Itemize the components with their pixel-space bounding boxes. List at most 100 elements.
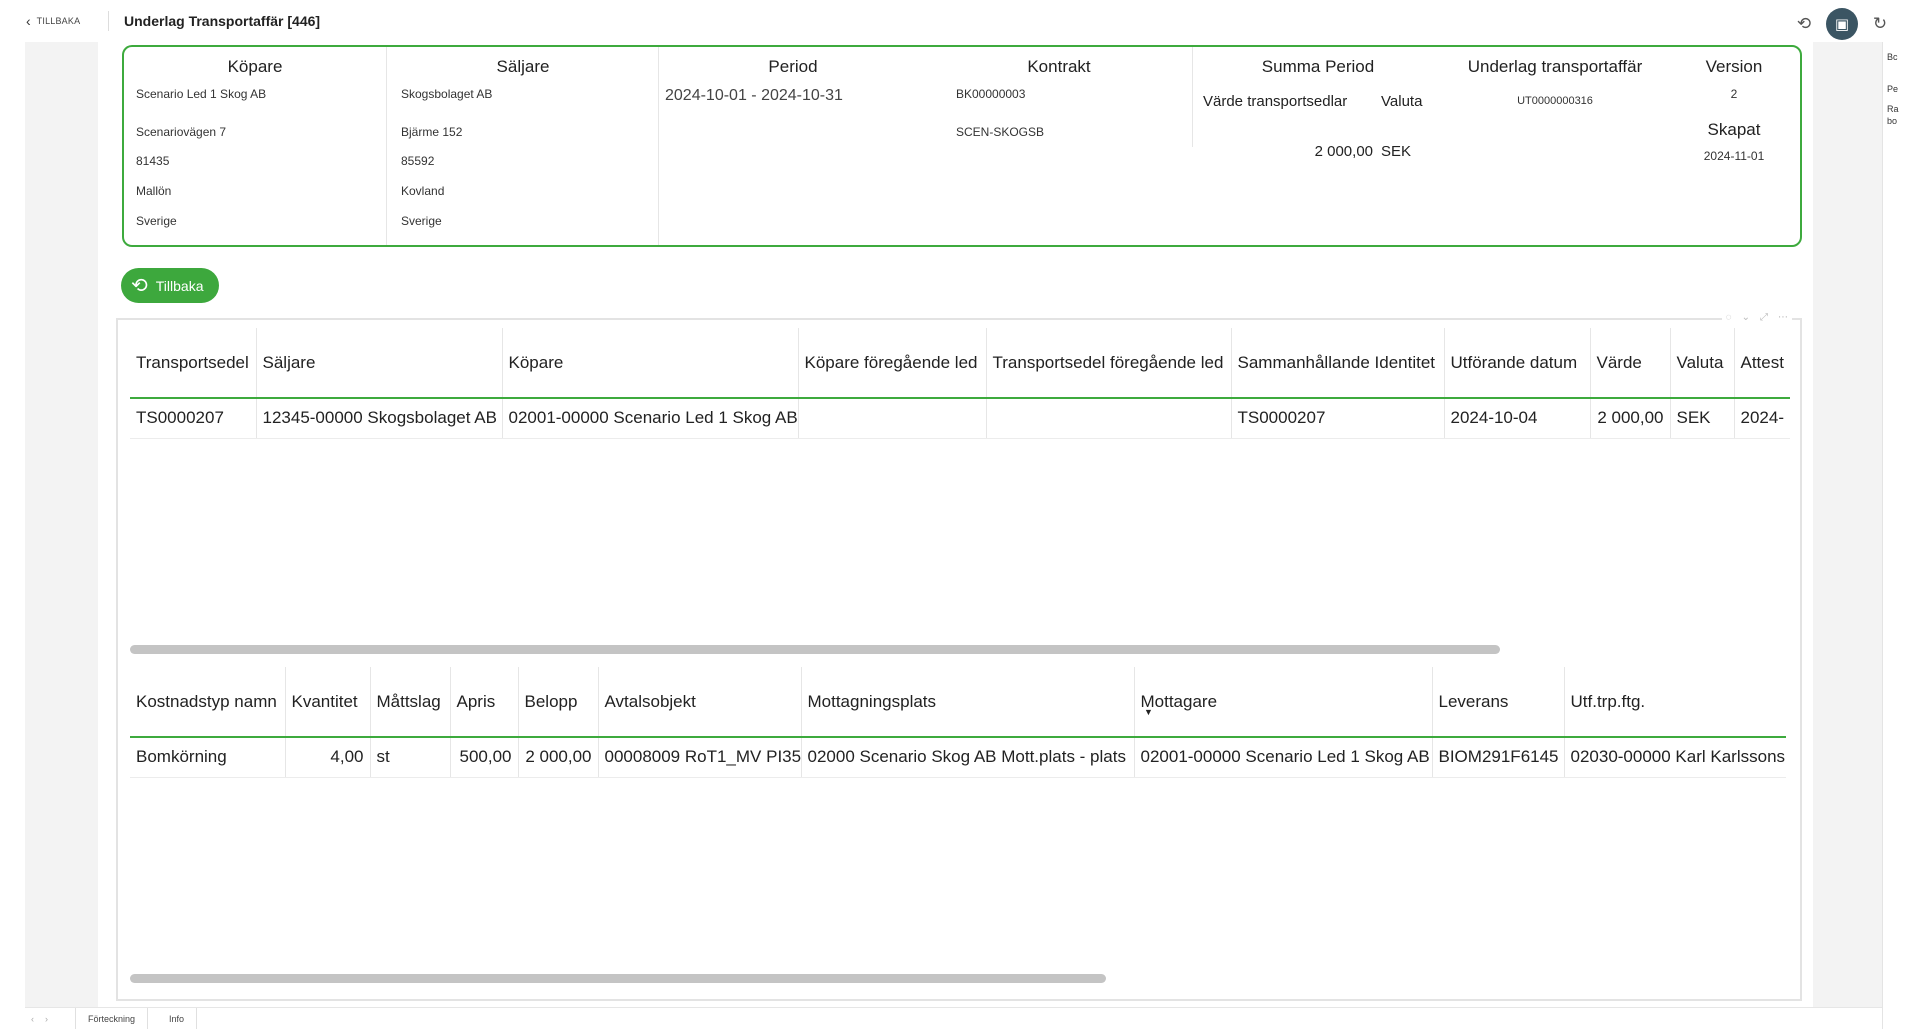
kopare-zip: 81435 [136, 154, 170, 168]
column-header[interactable]: Mottagare [1133, 667, 1432, 738]
bottom-tab-bar: ‹ › Förteckning Info [25, 1007, 1882, 1029]
saljare-street: Bjärme 152 [401, 125, 463, 139]
grid-tools: ◌ ⌄ ⤢ ⋯ [1721, 312, 1792, 323]
page-title: Underlag Transportaffär [446] [124, 13, 321, 29]
column-header[interactable]: Köpare föregående led [797, 328, 986, 399]
more-icon[interactable]: ⋯ [1778, 312, 1788, 323]
table-cell: 2024- [1733, 398, 1790, 439]
table-cell: BIOM291F6145 [1431, 737, 1564, 778]
column-header[interactable]: Transportsedel [130, 328, 256, 399]
tab-info[interactable]: Info [157, 1008, 198, 1029]
side-panel-label: Bc [1887, 52, 1898, 62]
summary-kopare: Köpare Scenario Led 1 Skog AB Scenariovä… [124, 47, 386, 245]
table-cell: TS0000207 [130, 398, 256, 439]
summa-period-heading: Summa Period [1261, 57, 1375, 76]
period-value: 2024-10-01 - 2024-10-31 [665, 87, 843, 104]
kopare-country: Sverige [136, 214, 177, 228]
column-header[interactable]: Sammanhållande Identitet [1230, 328, 1444, 399]
side-panel[interactable]: Bc Pe Ra bo [1882, 42, 1906, 1029]
table-cell: 2024-10-04 [1443, 398, 1590, 439]
kopare-street: Scenariovägen 7 [136, 125, 227, 139]
cost-header-row: Kostnadstyp namn Kvantitet Måttslag Apri… [130, 667, 1786, 738]
chevron-left-icon: ‹ [26, 13, 31, 29]
kopare-city: Mallön [136, 184, 172, 198]
summary-kontrakt: Kontrakt BK00000003 SCEN-SKOGSB [926, 47, 1192, 245]
sync-icon[interactable]: ⟲ [1792, 12, 1816, 36]
column-header[interactable]: Kostnadstyp namn [130, 667, 285, 738]
column-header[interactable]: Leverans [1431, 667, 1564, 738]
table-cell: SEK [1669, 398, 1734, 439]
summary-underlag: Underlag transportaffär UT0000000316 [1442, 47, 1668, 245]
toolbar-icons: ⟲ ▣ ↻ [1792, 8, 1892, 40]
summary-period: Period 2024-10-01 - 2024-10-31 [658, 47, 926, 245]
summary-version: Version 2 Skapat 2024-11-01 [1668, 47, 1800, 245]
saljare-name: Skogsbolaget AB [401, 87, 493, 101]
cost-horizontal-scrollbar[interactable] [130, 974, 1106, 983]
column-header[interactable]: Kvantitet [284, 667, 370, 738]
tab-prev-icon[interactable]: ‹ [31, 1014, 34, 1024]
table-cell: st [369, 737, 450, 778]
table-cell: 2 000,00 [517, 737, 598, 778]
tab-next-icon[interactable]: › [45, 1014, 48, 1024]
undo-arrow-icon: ⟲ [131, 274, 148, 297]
table-row[interactable]: TS0000207 12345-00000 Skogsbolaget AB 02… [130, 398, 1790, 439]
kopare-heading: Köpare [227, 57, 283, 76]
pages-icon[interactable]: ▣ [1826, 8, 1858, 40]
table-cell: Bomkörning [130, 737, 285, 778]
table-cell: TS0000207 [1230, 398, 1444, 439]
valuta-label: Valuta [1381, 93, 1423, 110]
refresh-icon[interactable]: ↻ [1868, 12, 1892, 36]
table-cell: 02030-00000 Karl Karlssons Tra [1563, 737, 1786, 778]
column-header[interactable]: Utf.trp.ftg. [1563, 667, 1786, 738]
expand-icon[interactable]: ⤢ [1760, 312, 1768, 323]
chevron-down-icon[interactable]: ⌄ [1742, 312, 1750, 323]
summary-card: Köpare Scenario Led 1 Skog AB Scenariovä… [122, 45, 1802, 247]
title-divider [108, 11, 109, 31]
column-header[interactable]: Måttslag [369, 667, 450, 738]
column-header[interactable]: Belopp [517, 667, 598, 738]
column-header[interactable]: Transportsedel föregående led [985, 328, 1231, 399]
kontrakt-heading: Kontrakt [1027, 57, 1091, 76]
period-heading: Period [768, 57, 818, 76]
column-header[interactable]: Utförande datum [1443, 328, 1590, 399]
kontrakt-code: SCEN-SKOGSB [956, 125, 1045, 139]
back-link[interactable]: ‹ TILLBAKA [26, 14, 80, 28]
kopare-name: Scenario Led 1 Skog AB [136, 87, 267, 101]
tillbaka-button[interactable]: ⟲ Tillbaka [121, 268, 219, 303]
table-cell: 00008009 RoT1_MV PI35 [597, 737, 801, 778]
column-header[interactable]: Mottagningsplats [800, 667, 1134, 738]
transport-horizontal-scrollbar[interactable] [130, 645, 1500, 654]
title-bar: ‹ TILLBAKA Underlag Transportaffär [446]… [0, 0, 1906, 42]
filter-icon[interactable]: ◌ [1726, 312, 1732, 323]
table-cell [985, 398, 1231, 439]
column-header[interactable]: Säljare [255, 328, 502, 399]
table-cell: 02001-00000 Scenario Led 1 Skog AB [1133, 737, 1432, 778]
tab-forteckning[interactable]: Förteckning [75, 1008, 149, 1029]
column-header[interactable]: Attest [1733, 328, 1790, 399]
table-cell: 02000 Scenario Skog AB Mott.plats - plat… [800, 737, 1134, 778]
column-header[interactable]: Valuta [1669, 328, 1734, 399]
version-value: 2 [1730, 87, 1738, 101]
column-header[interactable]: Värde [1589, 328, 1670, 399]
column-header[interactable]: Köpare [501, 328, 798, 399]
side-panel-label: Ra [1887, 104, 1899, 114]
skapat-heading: Skapat [1707, 120, 1761, 139]
column-header[interactable]: Apris [449, 667, 518, 738]
table-cell: 500,00 [449, 737, 518, 778]
summary-summa-period: Summa Period Värde transportsedlar Valut… [1192, 47, 1442, 160]
side-panel-label: bo [1887, 116, 1898, 126]
kontrakt-number: BK00000003 [956, 87, 1026, 101]
saljare-city: Kovland [401, 184, 445, 198]
saljare-country: Sverige [401, 214, 442, 228]
column-header[interactable]: Avtalsobjekt [597, 667, 801, 738]
saljare-heading: Säljare [496, 57, 550, 76]
sort-descending-icon[interactable]: ▼ [1144, 707, 1153, 717]
varde-transportsedlar-value: 2 000,00 [1314, 143, 1373, 160]
summary-saljare: Säljare Skogsbolaget AB Bjärme 152 85592… [386, 47, 658, 245]
right-gutter [1813, 42, 1882, 1007]
version-heading: Version [1705, 57, 1763, 76]
table-row[interactable]: Bomkörning 4,00 st 500,00 2 000,00 00008… [130, 737, 1786, 778]
table-cell: 4,00 [284, 737, 370, 778]
grid-container: ◌ ⌄ ⤢ ⋯ Transportsedel Säljare Köpare Kö… [116, 312, 1802, 1001]
skapat-value: 2024-11-01 [1703, 149, 1765, 163]
